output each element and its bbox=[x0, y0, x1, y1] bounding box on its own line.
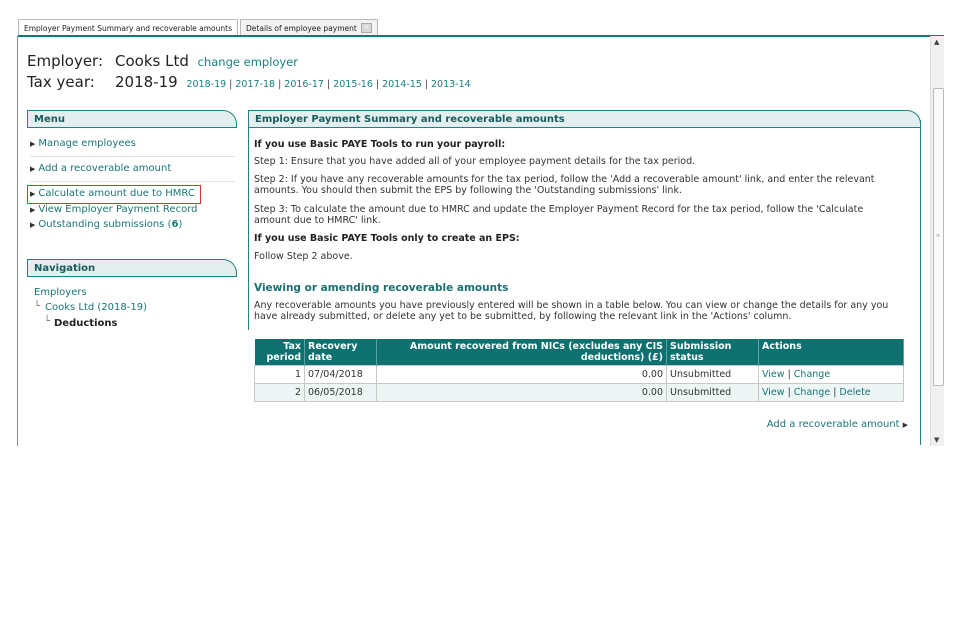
vertical-scrollbar[interactable]: ▲ ≡ ▼ bbox=[930, 36, 944, 446]
menu-item-view-payment-record[interactable]: ▶ View Employer Payment Record bbox=[30, 204, 197, 215]
change-link[interactable]: Change bbox=[794, 387, 830, 398]
tab-employer-payment-summary[interactable]: Employer Payment Summary and recoverable… bbox=[18, 19, 239, 36]
tax-year-link[interactable]: 2015-16 bbox=[333, 79, 373, 90]
scroll-down-icon[interactable]: ▼ bbox=[934, 436, 939, 444]
triangle-right-icon: ▶ bbox=[30, 165, 36, 173]
delete-link[interactable]: Delete bbox=[839, 387, 870, 398]
cell-status: Unsubmitted bbox=[666, 365, 759, 384]
triangle-right-icon: ▶ bbox=[30, 221, 36, 229]
menu-item-add-recoverable[interactable]: ▶ Add a recoverable amount bbox=[30, 163, 171, 174]
tree-connector: └ bbox=[44, 316, 51, 327]
tab-bar: Employer Payment Summary and recoverable… bbox=[18, 19, 380, 36]
step-2-text: Step 2: If you have any recoverable amou… bbox=[254, 174, 875, 185]
cell-tax-period: 1 bbox=[254, 365, 305, 384]
cell-amount: 0.00 bbox=[376, 383, 667, 402]
view-link[interactable]: View bbox=[762, 387, 785, 398]
breadcrumb-employers[interactable]: Employers bbox=[34, 287, 87, 298]
tax-year-link[interactable]: 2016-17 bbox=[284, 79, 324, 90]
column-header: Actions bbox=[758, 339, 904, 366]
cell-recovery-date: 07/04/2018 bbox=[304, 365, 377, 384]
table-row: 2 06/05/2018 0.00 Unsubmitted View | Cha… bbox=[254, 383, 904, 402]
add-recoverable-amount-link[interactable]: Add a recoverable amount ▶ bbox=[767, 419, 908, 430]
recoverable-heading: Viewing or amending recoverable amounts bbox=[254, 282, 509, 294]
change-link[interactable]: Change bbox=[794, 369, 830, 380]
menu-divider bbox=[30, 156, 235, 157]
menu-panel-rule bbox=[27, 127, 237, 128]
navigation-panel-rule bbox=[27, 276, 237, 277]
cell-status: Unsubmitted bbox=[666, 383, 759, 402]
tax-year-current: 2018-19 bbox=[115, 73, 178, 91]
section-heading-eps: If you use Basic PAYE Tools only to crea… bbox=[254, 233, 520, 244]
tab-label: Details of employee payment bbox=[246, 23, 357, 33]
cell-actions: View | Change | Delete bbox=[758, 383, 904, 402]
column-header: Submission status bbox=[666, 339, 759, 366]
scroll-up-icon[interactable]: ▲ bbox=[934, 38, 939, 46]
step-3-text-cont: amount due to HMRC' link. bbox=[254, 215, 381, 226]
tax-year-link[interactable]: 2017-18 bbox=[235, 79, 275, 90]
breadcrumb-current: Deductions bbox=[54, 318, 118, 329]
step-2-text-cont: amounts. You should then submit the EPS … bbox=[254, 185, 682, 196]
main-panel-border-left bbox=[248, 120, 249, 330]
cell-recovery-date: 06/05/2018 bbox=[304, 383, 377, 402]
step-1-text: Step 1: Ensure that you have added all o… bbox=[254, 156, 696, 167]
cell-amount: 0.00 bbox=[376, 365, 667, 384]
main-panel-border bbox=[920, 120, 921, 445]
table-header-row: Tax period Recovery date Amount recovere… bbox=[254, 339, 904, 366]
step-3-text: Step 3: To calculate the amount due to H… bbox=[254, 204, 864, 215]
menu-divider bbox=[30, 181, 235, 182]
scrollbar-thumb[interactable]: ≡ bbox=[933, 88, 944, 386]
tax-year-label: Tax year: bbox=[27, 73, 95, 91]
close-icon[interactable]: × bbox=[360, 23, 372, 33]
change-employer-link[interactable]: change employer bbox=[198, 55, 298, 69]
menu-item-outstanding-submissions[interactable]: ▶ Outstanding submissions (6) bbox=[30, 219, 182, 230]
grip-icon: ≡ bbox=[936, 233, 941, 239]
breadcrumb-employer[interactable]: Cooks Ltd (2018-19) bbox=[45, 302, 147, 313]
tax-year-line: Tax year: 2018-19 2018-19 | 2017-18 | 2016-17… bbox=[27, 73, 471, 91]
recoverable-description-cont: have already submitted, or delete any ye… bbox=[254, 311, 792, 322]
tax-year-link[interactable]: 2014-15 bbox=[382, 79, 422, 90]
triangle-right-icon: ▶ bbox=[902, 421, 908, 429]
triangle-right-icon: ▶ bbox=[30, 140, 36, 148]
menu-item-manage-employees[interactable]: ▶ Manage employees bbox=[30, 138, 136, 149]
tab-underline bbox=[18, 35, 944, 37]
cell-actions: View | Change bbox=[758, 365, 904, 384]
main-panel-title: Employer Payment Summary and recoverable… bbox=[248, 110, 921, 127]
recoverable-description: Any recoverable amounts you have previou… bbox=[254, 300, 889, 311]
employer-name: Cooks Ltd bbox=[115, 52, 189, 70]
tax-year-link[interactable]: 2013-14 bbox=[431, 79, 471, 90]
tab-details-employee-payment[interactable]: Details of employee payment × bbox=[240, 19, 378, 36]
column-header: Amount recovered from NICs (excludes any… bbox=[376, 339, 667, 366]
frame-border bbox=[17, 36, 18, 446]
employer-label: Employer: bbox=[27, 52, 104, 70]
follow-step-text: Follow Step 2 above. bbox=[254, 251, 353, 262]
triangle-right-icon: ▶ bbox=[30, 190, 36, 198]
triangle-right-icon: ▶ bbox=[30, 206, 36, 214]
recoverable-amounts-table: Tax period Recovery date Amount recovere… bbox=[254, 339, 904, 402]
menu-panel-title: Menu bbox=[27, 110, 237, 127]
navigation-panel-title: Navigation bbox=[27, 259, 237, 276]
column-header: Recovery date bbox=[304, 339, 377, 366]
tax-year-link[interactable]: 2018-19 bbox=[186, 79, 226, 90]
employer-line: Employer: Cooks Ltd change employer bbox=[27, 52, 298, 70]
main-panel-rule bbox=[248, 127, 921, 128]
cell-tax-period: 2 bbox=[254, 383, 305, 402]
tree-connector: └ bbox=[34, 301, 41, 312]
table-row: 1 07/04/2018 0.00 Unsubmitted View | Cha… bbox=[254, 365, 904, 384]
menu-item-calculate-amount[interactable]: ▶ Calculate amount due to HMRC bbox=[30, 188, 195, 199]
view-link[interactable]: View bbox=[762, 369, 785, 380]
tab-label: Employer Payment Summary and recoverable… bbox=[24, 23, 233, 33]
section-heading: If you use Basic PAYE Tools to run your … bbox=[254, 139, 506, 150]
column-header: Tax period bbox=[254, 339, 305, 366]
